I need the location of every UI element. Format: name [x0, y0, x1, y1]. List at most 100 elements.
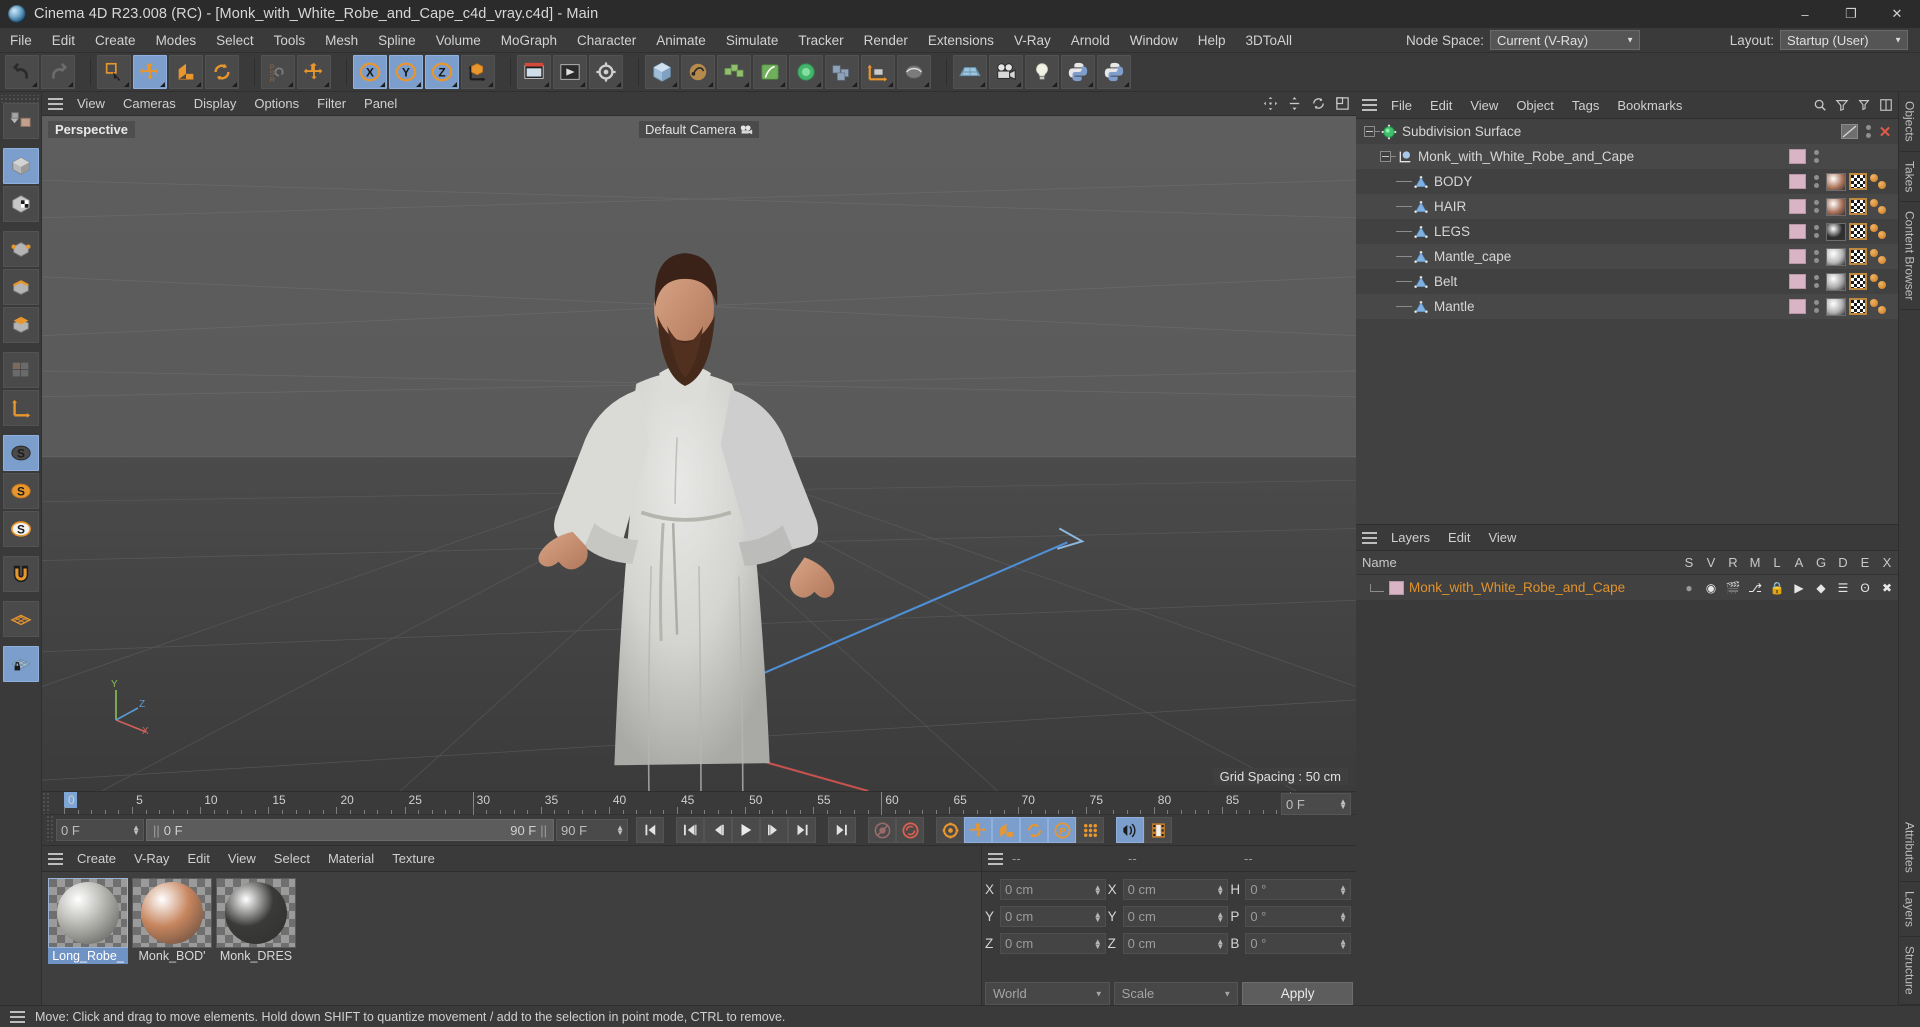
- material-tag-icon[interactable]: [1826, 197, 1846, 216]
- menu-item-help[interactable]: Help: [1188, 28, 1236, 53]
- keyframe-settings-button[interactable]: [936, 817, 964, 843]
- material-preview[interactable]: [48, 878, 128, 948]
- viewport-menu-item-cameras[interactable]: Cameras: [114, 92, 185, 116]
- dropdown-corner-icon[interactable]: [888, 82, 893, 87]
- material-tag-icon[interactable]: [1826, 297, 1846, 316]
- material-menu-item-v-ray[interactable]: V-Ray: [125, 846, 178, 872]
- rotate-viewport-icon[interactable]: [1311, 96, 1326, 111]
- dropdown-corner-icon[interactable]: [324, 82, 329, 87]
- selection-tag-icon[interactable]: [1870, 273, 1892, 291]
- layers-menu-item-layers[interactable]: Layers: [1382, 524, 1439, 551]
- dropdown-corner-icon[interactable]: [32, 82, 37, 87]
- dropdown-corner-icon[interactable]: [1052, 82, 1057, 87]
- material-tag-icon[interactable]: [1826, 272, 1846, 291]
- stepper-icon[interactable]: ▲ ▼: [1339, 937, 1347, 950]
- layer-column-e[interactable]: E: [1854, 555, 1876, 570]
- texture-tag-icon[interactable]: [1849, 173, 1867, 190]
- stepper-icon[interactable]: ▲ ▼: [1339, 798, 1347, 811]
- coord-rotation-field[interactable]: 0 ° ▲ ▼: [1245, 906, 1352, 927]
- scene-button[interactable]: [825, 55, 859, 89]
- dock-tab-layers[interactable]: Layers: [1899, 882, 1920, 938]
- bend-deformer-button[interactable]: [753, 55, 787, 89]
- object-manager-list[interactable]: Subdivision Surface ✕ Monk_with_White_Robe…: [1356, 119, 1898, 524]
- dropdown-corner-icon[interactable]: [196, 82, 201, 87]
- selection-tag-icon[interactable]: [1870, 298, 1892, 316]
- selection-tag-icon[interactable]: [1870, 198, 1892, 216]
- dropdown-corner-icon[interactable]: [580, 82, 585, 87]
- apply-button[interactable]: Apply: [1242, 982, 1354, 1005]
- material-item[interactable]: Monk_DRES: [216, 878, 296, 1005]
- coord-size-field[interactable]: 0 cm ▲ ▼: [1122, 906, 1229, 927]
- dropdown-corner-icon[interactable]: [616, 82, 621, 87]
- search-icon[interactable]: [1813, 98, 1827, 112]
- timeline-grip[interactable]: [42, 792, 50, 814]
- play-button[interactable]: [732, 817, 760, 843]
- filter-icon[interactable]: [1835, 98, 1849, 112]
- autokeying-button[interactable]: [896, 817, 924, 843]
- layers-menu-item-view[interactable]: View: [1479, 524, 1525, 551]
- visibility-dots-icon[interactable]: [1809, 225, 1823, 238]
- stepper-icon[interactable]: ▲ ▼: [1216, 910, 1224, 923]
- dropdown-corner-icon[interactable]: [288, 82, 293, 87]
- layer-color-swatch[interactable]: [1789, 249, 1806, 264]
- dropdown-corner-icon[interactable]: [488, 82, 493, 87]
- dropdown-corner-icon[interactable]: [452, 82, 457, 87]
- psr-lock-button[interactable]: PSR: [261, 55, 295, 89]
- delete-icon[interactable]: ✕: [1878, 123, 1892, 141]
- node-space-select[interactable]: Current (V-Ray) ▼: [1490, 30, 1640, 50]
- make-editable-button[interactable]: [2, 103, 39, 139]
- layer-color-swatch[interactable]: [1389, 580, 1404, 595]
- object-manager-menu-icon[interactable]: [1356, 94, 1382, 116]
- texture-tag-icon[interactable]: [1849, 298, 1867, 315]
- layer-toggle-r[interactable]: 🎬: [1722, 581, 1744, 595]
- layer-toggle-d[interactable]: ☰: [1832, 581, 1854, 595]
- visibility-dots-icon[interactable]: [1809, 250, 1823, 263]
- object-row[interactable]: Belt: [1356, 269, 1898, 294]
- scale-tool-button[interactable]: [169, 55, 203, 89]
- dropdown-corner-icon[interactable]: [1016, 82, 1021, 87]
- enable-axis-button[interactable]: S: [2, 435, 39, 471]
- point-mode-button[interactable]: [2, 231, 39, 267]
- dropdown-corner-icon[interactable]: [708, 82, 713, 87]
- coordinate-mode-select[interactable]: Scale ▼: [1113, 982, 1239, 1005]
- go-to-end-of-range-button[interactable]: [828, 817, 856, 843]
- camera-button[interactable]: [989, 55, 1023, 89]
- material-menu-item-view[interactable]: View: [219, 846, 265, 872]
- film-button[interactable]: [1144, 817, 1172, 843]
- z-axis-button[interactable]: Z: [425, 55, 459, 89]
- material-menu-item-select[interactable]: Select: [265, 846, 319, 872]
- layers-menu-item-edit[interactable]: Edit: [1439, 524, 1479, 551]
- live-selection-button[interactable]: [97, 55, 131, 89]
- dropdown-corner-icon[interactable]: [780, 82, 785, 87]
- layer-row[interactable]: Monk_with_White_Robe_and_Cape ● ◉ 🎬 ⎇ 🔒 ▶ ◆ ☰ ʘ ✖: [1356, 575, 1898, 600]
- layer-column-s[interactable]: S: [1678, 555, 1700, 570]
- selection-tag-icon[interactable]: [1870, 173, 1892, 191]
- texture-tag-icon[interactable]: [1849, 198, 1867, 215]
- snap-button[interactable]: [2, 556, 39, 592]
- step-forward-button[interactable]: [760, 817, 788, 843]
- material-preview[interactable]: [132, 878, 212, 948]
- menu-item-3dtoall[interactable]: 3DToAll: [1236, 28, 1303, 53]
- dropdown-corner-icon[interactable]: [232, 82, 237, 87]
- coordinates-menu-icon[interactable]: [982, 848, 1008, 870]
- layer-toggle-g[interactable]: ◆: [1810, 581, 1832, 595]
- menu-item-v-ray[interactable]: V-Ray: [1004, 28, 1061, 53]
- stepper-icon[interactable]: ▲ ▼: [1339, 910, 1347, 923]
- viewport-menu-icon[interactable]: [42, 93, 68, 115]
- stepper-icon[interactable]: ▲ ▼: [1094, 937, 1102, 950]
- stepper-icon[interactable]: ▲ ▼: [1339, 883, 1347, 896]
- menu-item-tools[interactable]: Tools: [264, 28, 316, 53]
- edge-mode-button[interactable]: [2, 269, 39, 305]
- material-manager-menu-icon[interactable]: [42, 848, 68, 870]
- dropdown-corner-icon[interactable]: [744, 82, 749, 87]
- dropdown-corner-icon[interactable]: [852, 82, 857, 87]
- coord-position-field[interactable]: 0 cm ▲ ▼: [1000, 906, 1106, 927]
- lock-workplane-button[interactable]: [2, 646, 39, 682]
- menu-item-extensions[interactable]: Extensions: [918, 28, 1004, 53]
- material-tag-icon[interactable]: [1826, 172, 1846, 191]
- menu-item-simulate[interactable]: Simulate: [716, 28, 789, 53]
- object-row[interactable]: Mantle_cape: [1356, 244, 1898, 269]
- viewport-menu-item-panel[interactable]: Panel: [355, 92, 406, 116]
- position-key-button[interactable]: [964, 817, 992, 843]
- dropdown-corner-icon[interactable]: [68, 82, 73, 87]
